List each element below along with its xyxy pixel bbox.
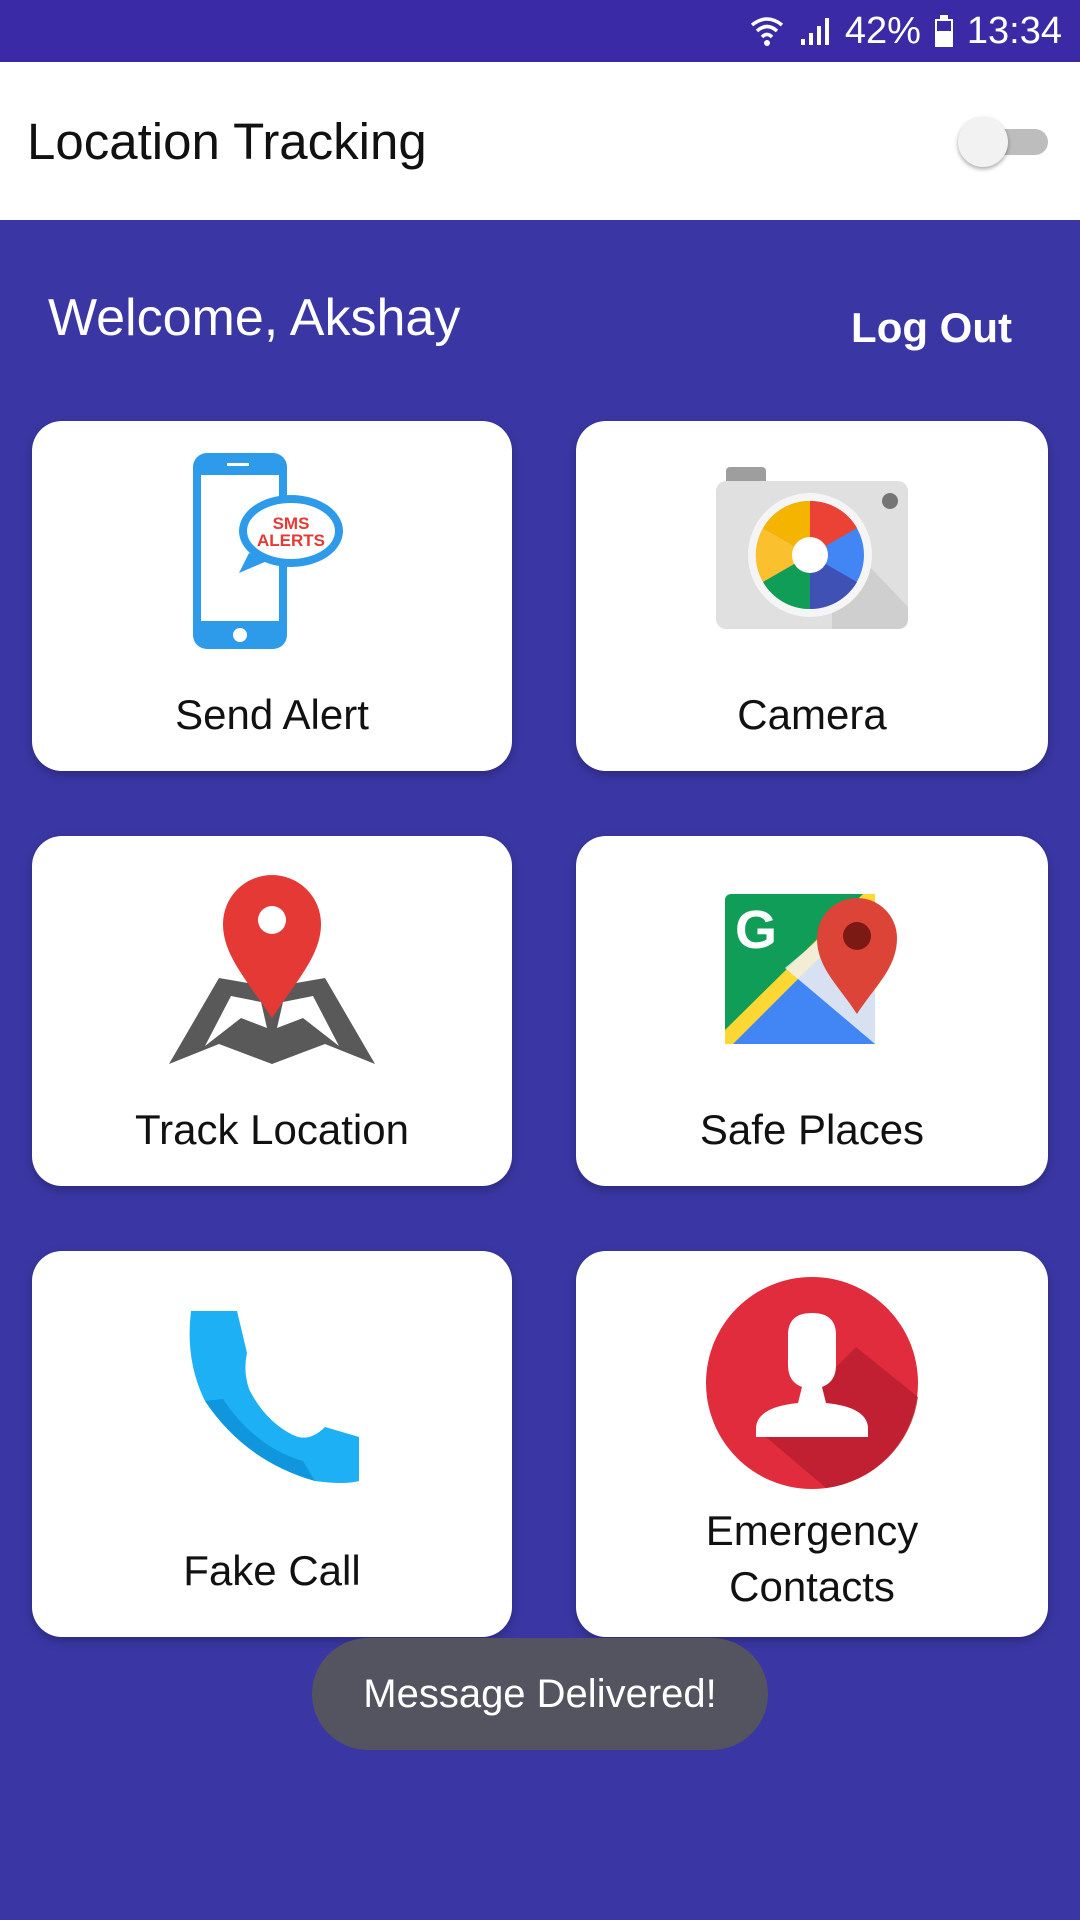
tracking-toggle[interactable] (958, 113, 1050, 169)
track-location-label: Track Location (135, 1106, 409, 1153)
wifi-icon (749, 13, 785, 49)
safe-places-label: Safe Places (699, 1106, 925, 1153)
battery-icon (933, 13, 955, 49)
welcome-row: Welcome, Akshay Log Out (0, 280, 1080, 360)
send-alert-tile[interactable]: SMS ALERTS Send Alert (32, 421, 512, 771)
fake-call-tile[interactable]: Fake Call (32, 1251, 512, 1637)
toast-message: Message Delivered! (312, 1638, 768, 1750)
toggle-thumb (958, 117, 1008, 167)
page-title: Location Tracking (27, 112, 427, 170)
emergency-contacts-label-line1: Emergency (705, 1507, 919, 1554)
sms-alert-text: SMS ALERTS (257, 514, 325, 550)
map-pin-icon (165, 868, 379, 1068)
camera-tile[interactable]: Camera (576, 421, 1048, 771)
send-alert-label: Send Alert (175, 691, 369, 738)
emergency-contacts-tile[interactable]: Emergency Contacts (576, 1251, 1048, 1637)
camera-label: Camera (737, 691, 887, 738)
google-maps-icon: G (725, 878, 899, 1052)
svg-text:G: G (735, 900, 777, 960)
signal-icon (797, 13, 833, 49)
welcome-text: Welcome, Akshay (48, 289, 461, 347)
camera-icon (712, 467, 912, 637)
emergency-contacts-label-line2: Contacts (729, 1563, 895, 1610)
contact-icon (706, 1277, 918, 1489)
sms-alert-phone-icon: SMS ALERTS (187, 453, 357, 653)
safe-places-tile[interactable]: G Safe Places (576, 836, 1048, 1186)
app-bar: Location Tracking (0, 62, 1080, 220)
status-bar: 42% 13:34 (0, 0, 1080, 62)
battery-percent: 42% (844, 9, 921, 52)
track-location-tile[interactable]: Track Location (32, 836, 512, 1186)
phone-icon (185, 1311, 359, 1485)
fake-call-label: Fake Call (183, 1547, 361, 1594)
status-time: 13:34 (966, 9, 1062, 52)
logout-button[interactable]: Log Out (851, 304, 1012, 352)
